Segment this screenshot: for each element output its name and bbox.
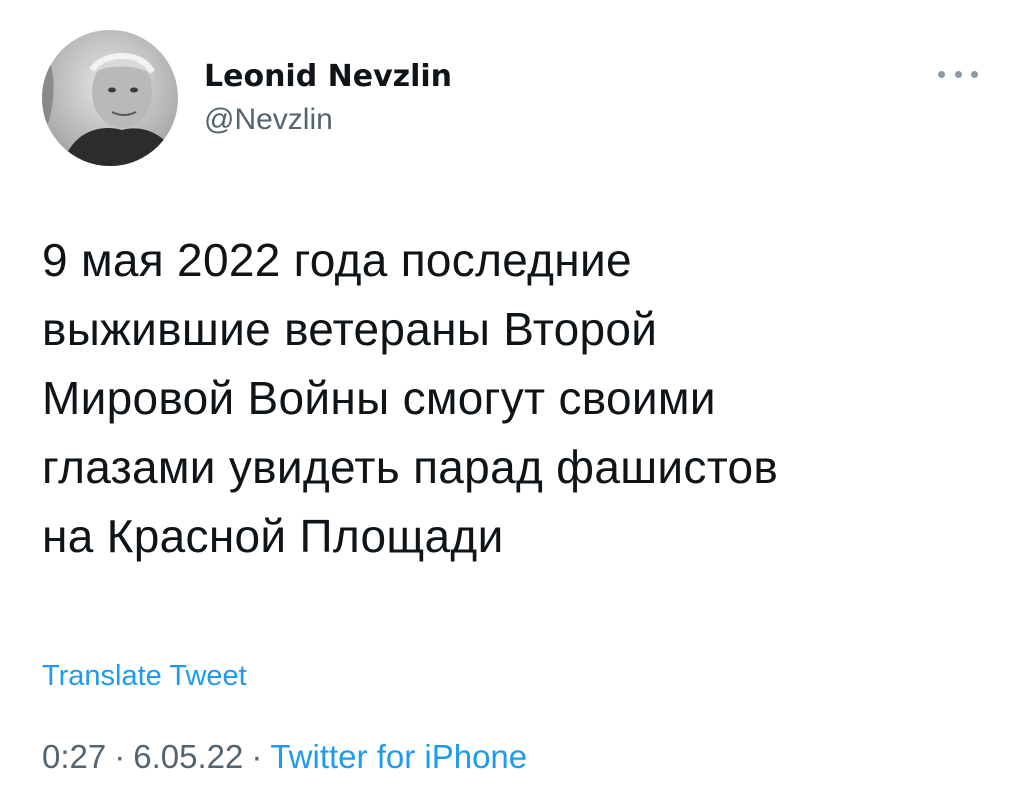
translate-tweet-link[interactable]: Translate Tweet <box>42 658 247 694</box>
author-info[interactable]: Leonid Nevzlin @Nevzlin <box>204 58 452 140</box>
meta-separator: · <box>114 738 126 775</box>
tweet-metadata: 0:27 · 6.05.22 · Twitter for iPhone <box>42 736 527 778</box>
tweet-time[interactable]: 0:27 <box>42 738 106 775</box>
tweet-text: 9 мая 2022 года последние выжившие ветер… <box>42 234 779 562</box>
meta-separator: · <box>251 738 263 775</box>
tweet-header: Leonid Nevzlin @Nevzlin <box>42 30 982 170</box>
author-display-name[interactable]: Leonid Nevzlin <box>204 58 452 96</box>
avatar[interactable] <box>42 30 178 166</box>
more-options-button[interactable] <box>938 64 978 84</box>
author-handle[interactable]: @Nevzlin <box>204 100 452 140</box>
avatar-photo <box>42 30 178 166</box>
tweet-source-link[interactable]: Twitter for iPhone <box>270 738 527 775</box>
more-horizontal-icon <box>938 70 945 78</box>
more-horizontal-icon-dot <box>954 70 962 78</box>
tweet-date[interactable]: 6.05.22 <box>133 738 243 775</box>
more-horizontal-icon-dot <box>971 70 978 78</box>
tweet-card: Leonid Nevzlin @Nevzlin 9 мая 2022 года … <box>0 0 1024 800</box>
